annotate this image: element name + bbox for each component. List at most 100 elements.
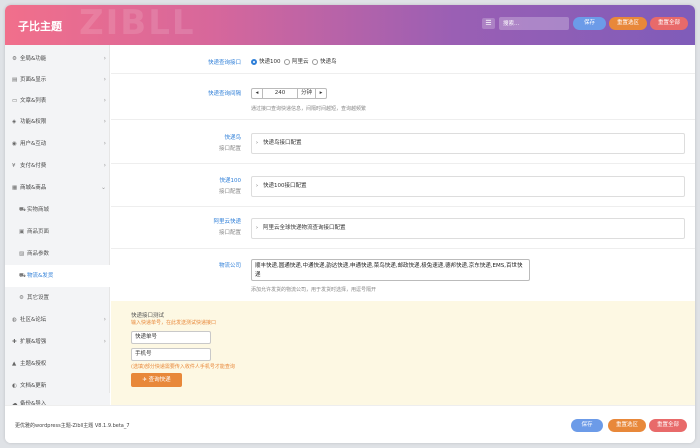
panel-title: 快递100接口配置 <box>263 183 307 189</box>
header-bar: ZIBLL 子比主题 ☰ 保存 重置选区 重置全部 <box>5 5 695 45</box>
sidebar-item-license[interactable]: ▲ 主题&授权 <box>5 353 110 375</box>
sidebar-item-community[interactable]: ◍ 社区&论坛 › <box>5 309 110 331</box>
footer-reset-section-button[interactable]: 重置选区 <box>608 419 646 432</box>
panel-title: 阿里云全球快递物流查询接口配置 <box>263 225 346 231</box>
sidebar-subitem-physical-shop[interactable]: ⛟实物商城 <box>5 199 110 221</box>
kdniao-config-panel[interactable]: › 快递鸟接口配置 <box>251 133 685 154</box>
radio-kdniao[interactable]: 快递鸟 <box>312 58 337 65</box>
settings-window: ZIBLL 子比主题 ☰ 保存 重置选区 重置全部 ⚙ 全局&功能 › ▤页面&显示… <box>5 5 695 443</box>
save-button[interactable]: 保存 <box>573 17 606 30</box>
sidebar-item-label: 商品页面 <box>27 229 50 235</box>
radio-aliyun[interactable]: 阿里云 <box>284 58 309 65</box>
kdniao-label: 快递鸟 接口配置 <box>171 133 241 152</box>
label-text: 阿里云快递 <box>213 219 241 225</box>
divider <box>111 248 695 249</box>
radio-kuaidi100[interactable]: 快递100 <box>251 58 281 65</box>
reset-all-button[interactable]: 重置全部 <box>650 17 688 30</box>
kd100-config-panel[interactable]: › 快递100接口配置 <box>251 176 685 197</box>
increment-button[interactable]: ▸ <box>315 89 326 98</box>
aliyun-config-panel[interactable]: › 阿里云全球快递物流查询接口配置 <box>251 218 685 239</box>
sidebar-item-label: 商城&商品 <box>20 185 47 191</box>
page-title: 子比主题 <box>18 20 62 33</box>
sidebar-item-users[interactable]: ◉ 用户&互动 › <box>5 133 110 155</box>
chevron-right-icon: › <box>103 316 106 323</box>
label-subtext: 接口配置 <box>218 189 241 195</box>
version-text: 更优雅的wordpress主题-Zibll主题 V8.1.9.beta_7 <box>15 423 130 429</box>
params-icon: ▨ <box>19 251 25 257</box>
label-subtext: 接口配置 <box>218 146 241 152</box>
theme-icon: ▲ <box>12 361 17 367</box>
sidebar-subitem-logistics[interactable]: ⛟物流&发货 <box>5 265 110 287</box>
interval-help: 通过接口查询快递信息，间隔时间越短，查询越频繁 <box>251 106 367 112</box>
truck-icon: ⛟ <box>19 273 26 279</box>
sidebar-item-label: 社区&论坛 <box>20 317 47 323</box>
sidebar-item-label: 实物商城 <box>27 207 50 213</box>
sidebar-subitem-product-params[interactable]: ▨ 商品参数 <box>5 243 110 265</box>
page-icon: ▣ <box>19 229 25 235</box>
user-icon: ◉ <box>12 141 17 147</box>
sidebar-item-pages[interactable]: ▤ 页面&显示 › <box>5 69 110 91</box>
sidebar-item-permissions[interactable]: ◈ 功能&权限 › <box>5 111 110 133</box>
sidebar-item-label: 文档&更新 <box>20 383 47 389</box>
footer-save-button[interactable]: 保存 <box>571 419 603 432</box>
sidebar-item-posts[interactable]: ▭ 文章&列表 › <box>5 90 110 112</box>
chevron-right-icon: › <box>103 55 106 62</box>
radio-dot <box>284 58 290 65</box>
footer-bar: 更优雅的wordpress主题-Zibll主题 V8.1.9.beta_7 保存… <box>5 405 695 443</box>
footer-reset-all-button[interactable]: 重置全部 <box>649 419 687 432</box>
community-icon: ◍ <box>12 317 17 323</box>
settings-icon: ⚙ <box>19 295 24 301</box>
query-button[interactable]: ✈ 查询快递 <box>131 373 182 387</box>
button-label: 查询快递 <box>148 377 171 383</box>
companies-textarea[interactable]: 顺丰快递,圆通快递,中通快递,韵达快递,申通快递,菜鸟快递,邮政快递,极兔速递,… <box>251 259 530 281</box>
radio-label: 快递鸟 <box>320 59 337 65</box>
sidebar-item-label: 商品参数 <box>27 251 50 257</box>
phone-input[interactable]: 手机号 <box>131 348 211 361</box>
sidebar-item-label: 扩展&增强 <box>20 339 47 345</box>
radio-dot <box>251 58 257 65</box>
shield-icon: ◈ <box>12 119 17 125</box>
label-text: 快递100 <box>219 178 242 184</box>
yen-icon: ¥ <box>12 163 16 169</box>
cart-icon: ⛟ <box>19 207 26 213</box>
sidebar-item-label: 全局&功能 <box>20 56 47 62</box>
settings-content: 快递查询接口 快递100 阿里云 快递鸟 快递查询间隔 ◂ 240 分钟 ▸ 通… <box>111 45 695 405</box>
tracking-number-input[interactable]: 快递单号 <box>131 331 211 344</box>
sidebar-item-payment[interactable]: ¥ 支付&付费 › <box>5 155 110 177</box>
phone-note: (选填)部分快递需要传入收件人手机号才能查询 <box>131 364 235 370</box>
label-text: 快递鸟 <box>224 135 241 141</box>
divider <box>111 73 695 74</box>
interval-value[interactable]: 240 <box>263 89 297 98</box>
interval-unit: 分钟 <box>297 89 315 98</box>
sidebar-item-extensions[interactable]: ✚ 扩展&增强 › <box>5 331 110 353</box>
query-api-label: 快递查询接口 <box>207 60 241 66</box>
kd100-label: 快递100 接口配置 <box>171 176 241 195</box>
reset-section-button[interactable]: 重置选区 <box>609 17 647 30</box>
aliyun-label: 阿里云快递 接口配置 <box>171 217 241 236</box>
search-input[interactable] <box>499 17 569 30</box>
sidebar-item-label: 支付&付费 <box>20 163 47 169</box>
list-icon[interactable]: ☰ <box>482 18 495 29</box>
plugin-icon: ✚ <box>12 339 17 345</box>
sidebar-subitem-product-page[interactable]: ▣ 商品页面 <box>5 221 110 243</box>
sidebar-item-label: 页面&显示 <box>20 77 47 83</box>
divider <box>111 163 695 164</box>
sidebar-item-shop[interactable]: ▦ 商城&商品 ⌄ <box>5 177 110 199</box>
chevron-right-icon: › <box>103 140 106 147</box>
sidebar-item-global[interactable]: ⚙ 全局&功能 › <box>5 48 110 70</box>
sidebar: ⚙ 全局&功能 › ▤ 页面&显示 › ▭ 文章&列表 › ◈ 功能&权限 › ◉ 用户&互动 › … <box>5 45 110 405</box>
chevron-right-icon: › <box>256 140 258 146</box>
chevron-right-icon: › <box>103 338 106 345</box>
chevron-right-icon: › <box>256 225 258 231</box>
radio-label: 阿里云 <box>292 59 309 65</box>
radio-label: 快递100 <box>259 59 281 65</box>
sidebar-subitem-other[interactable]: ⚙ 其它设置 <box>5 287 110 309</box>
header-watermark: ZIBLL <box>79 5 196 43</box>
sidebar-item-label: 用户&互动 <box>20 141 47 147</box>
decrement-button[interactable]: ◂ <box>252 89 263 98</box>
companies-label: 物流公司 <box>218 263 241 269</box>
label-subtext: 接口配置 <box>218 230 241 236</box>
divider <box>111 119 695 120</box>
layout-icon: ▤ <box>12 77 18 83</box>
test-desc: 输入快递单号，在此发送测试快递接口 <box>131 320 217 326</box>
